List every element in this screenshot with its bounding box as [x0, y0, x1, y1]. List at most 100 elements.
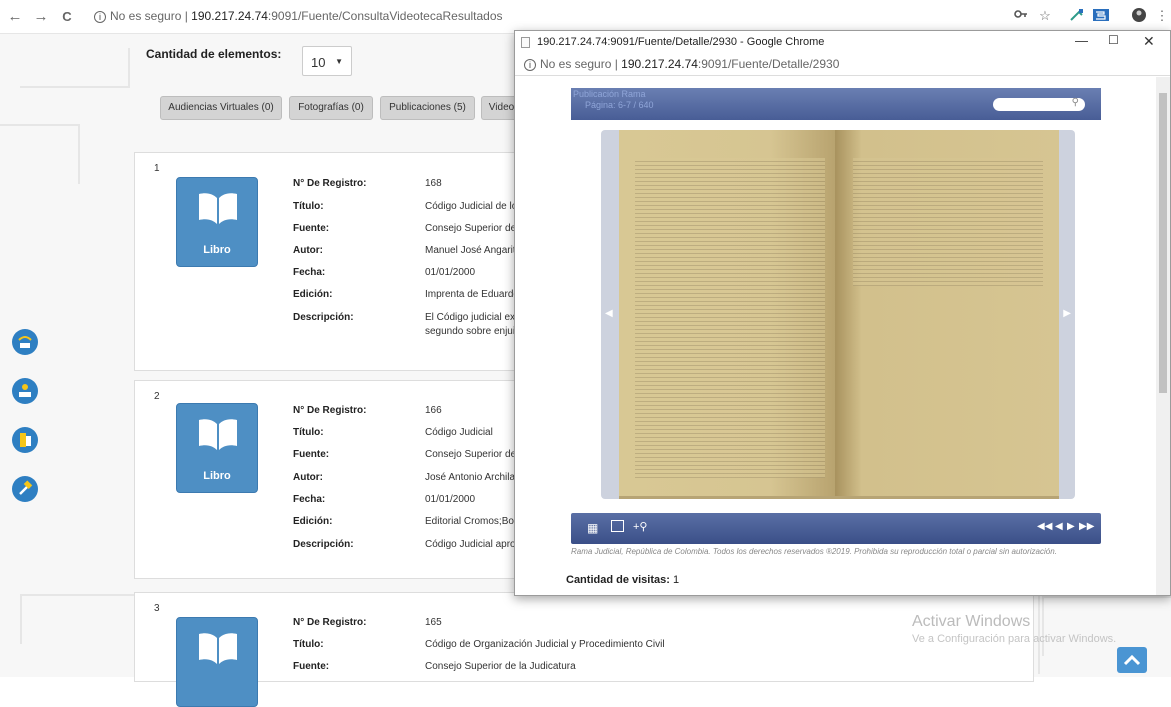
visits-value: 1 — [672, 574, 680, 586]
count-select[interactable]: 10 ▼ — [302, 46, 352, 76]
screen-extension-icon[interactable] — [1092, 7, 1110, 25]
windows-activation-title: Activar Windows — [912, 613, 1031, 630]
menu-icon[interactable]: ⋮ — [1153, 7, 1171, 25]
popup-address-bar[interactable]: i No es seguro | 190.217.24.74:9091/Fuent… — [515, 54, 1170, 76]
forward-icon[interactable]: → — [32, 9, 50, 25]
descripcion-label: Descripción: — [293, 539, 354, 550]
circuit-decoration — [20, 594, 140, 644]
browser-toolbar: ← → C i No es seguro | 190.217.24.74:9091… — [0, 0, 1171, 34]
count-value: 10 — [311, 55, 326, 70]
zoom-in-icon[interactable]: +⚲ — [633, 520, 647, 533]
viewer-search-input[interactable]: ⚲ — [993, 97, 1085, 111]
reload-icon[interactable]: C — [58, 9, 76, 25]
viewer-title: Publicación Rama — [573, 89, 646, 99]
extension-icon[interactable] — [1068, 7, 1086, 25]
open-book-icon — [199, 419, 237, 450]
descripcion-label: Descripción: — [293, 312, 354, 323]
search-icon: ⚲ — [1071, 97, 1079, 108]
popup-scrollbar[interactable] — [1156, 77, 1170, 595]
fuente-label: Fuente: — [293, 223, 330, 234]
scrollbar-thumb[interactable] — [1159, 93, 1167, 393]
book-type-label: Libro — [203, 244, 231, 256]
profile-avatar-icon[interactable] — [1130, 7, 1148, 25]
registro-label: N° De Registro: — [293, 617, 367, 628]
maximize-icon[interactable]: ☐ — [1108, 33, 1119, 47]
titulo-label: Título: — [293, 201, 324, 212]
viewer-toolbar: ▦ +⚲ ◀◀ ◀ ▶ ▶▶ — [571, 513, 1101, 544]
book-edge — [619, 496, 1059, 499]
person-reading-icon[interactable] — [12, 378, 38, 404]
result-card: 1 Libro N° De Registro: 168 Título: Códi… — [134, 152, 534, 371]
popup-security-label: No es seguro — [540, 57, 612, 71]
scales-of-justice-icon[interactable] — [12, 329, 38, 355]
chevron-up-icon — [1123, 654, 1141, 666]
viewer-page-indicator: Página: 6-7 / 640 — [585, 100, 654, 110]
minimize-icon[interactable]: — — [1075, 33, 1088, 48]
url-path: :9091/Fuente/ConsultaVideotecaResultados — [267, 9, 503, 23]
autor-label: Autor: — [293, 472, 323, 483]
chevron-left-icon[interactable]: ◀ — [605, 308, 613, 319]
popup-url-host: 190.217.24.74 — [621, 57, 698, 71]
windows-activation-subtitle: Ve a Configuración para activar Windows. — [912, 633, 1117, 645]
book-type-label: Libro — [203, 470, 231, 482]
url-host: 190.217.24.74 — [191, 9, 268, 23]
tab-publicaciones[interactable]: Publicaciones (5) — [380, 96, 475, 120]
titulo-label: Título: — [293, 427, 324, 438]
circuit-decoration — [1042, 596, 1171, 656]
open-book-icon — [199, 193, 237, 224]
circuit-decoration — [0, 124, 80, 184]
back-icon[interactable]: ← — [6, 9, 24, 25]
registro-label: N° De Registro: — [293, 178, 367, 189]
tab-audiencias[interactable]: Audiencias Virtuales (0) — [160, 96, 282, 120]
fuente-value: Consejo Superior de la Judicatura — [425, 661, 576, 672]
edicion-label: Edición: — [293, 516, 333, 527]
previous-page-icon[interactable]: ◀ — [1055, 521, 1063, 532]
popup-title: 190.217.24.74:9091/Fuente/Detalle/2930 -… — [537, 36, 825, 48]
book-page-right[interactable] — [835, 130, 1059, 496]
star-icon[interactable]: ☆ — [1036, 7, 1054, 25]
first-page-icon[interactable]: ◀◀ — [1037, 521, 1052, 532]
copyright-notice: Rama Judicial, República de Colombia. To… — [571, 547, 1057, 556]
fuente-label: Fuente: — [293, 449, 330, 460]
titulo-label: Título: — [293, 639, 324, 650]
registro-label: N° De Registro: — [293, 405, 367, 416]
info-icon: i — [94, 11, 106, 23]
book-tile[interactable] — [176, 617, 258, 707]
close-icon[interactable]: ✕ — [1143, 33, 1155, 50]
fuente-label: Fuente: — [293, 661, 330, 672]
result-card: 2 Libro N° De Registro: 166 Título: Códi… — [134, 380, 534, 579]
result-number: 3 — [154, 603, 160, 614]
scroll-top-button[interactable] — [1117, 647, 1147, 673]
security-label: No es seguro — [110, 9, 182, 23]
tab-fotografias[interactable]: Fotografías (0) — [289, 96, 373, 120]
chevron-right-icon[interactable]: ▶ — [1063, 308, 1071, 319]
gavel-icon[interactable] — [12, 476, 38, 502]
book-tile[interactable]: Libro — [176, 177, 258, 267]
result-card: 3 N° De Registro: 165 Título: Código de … — [134, 592, 1034, 707]
thumbnails-icon[interactable]: ▦ — [587, 521, 598, 535]
fullscreen-icon[interactable] — [611, 520, 624, 532]
result-number: 2 — [154, 391, 160, 402]
next-page-icon[interactable]: ▶ — [1067, 521, 1075, 532]
page-text-block — [853, 158, 1043, 286]
book-page-left[interactable] — [619, 130, 835, 496]
info-icon: i — [524, 59, 536, 71]
fecha-label: Fecha: — [293, 494, 326, 505]
popup-url-path: :9091/Fuente/Detalle/2930 — [697, 57, 840, 71]
law-book-icon[interactable] — [12, 427, 38, 453]
book-tile[interactable]: Libro — [176, 403, 258, 493]
visits-label: Cantidad de visitas: — [566, 574, 670, 586]
registro-value: 165 — [425, 617, 442, 628]
popup-title-bar: 190.217.24.74:9091/Fuente/Detalle/2930 -… — [515, 31, 1170, 54]
autor-label: Autor: — [293, 245, 323, 256]
key-icon[interactable] — [1012, 7, 1030, 25]
last-page-icon[interactable]: ▶▶ — [1079, 521, 1094, 532]
count-label: Cantidad de elementos: — [146, 47, 282, 61]
flipbook-stage: ◀ ▶ — [601, 130, 1075, 499]
page-text-block — [635, 158, 825, 478]
visits-counter: Cantidad de visitas: 1 — [566, 574, 679, 586]
page-icon — [521, 37, 530, 48]
popup-content: Publicación Rama Página: 6-7 / 640 ⚲ ◀ ▶… — [515, 77, 1156, 595]
chevron-down-icon: ▼ — [335, 57, 343, 66]
address-bar[interactable]: i No es seguro | 190.217.24.74:9091/Fuent… — [94, 9, 503, 23]
